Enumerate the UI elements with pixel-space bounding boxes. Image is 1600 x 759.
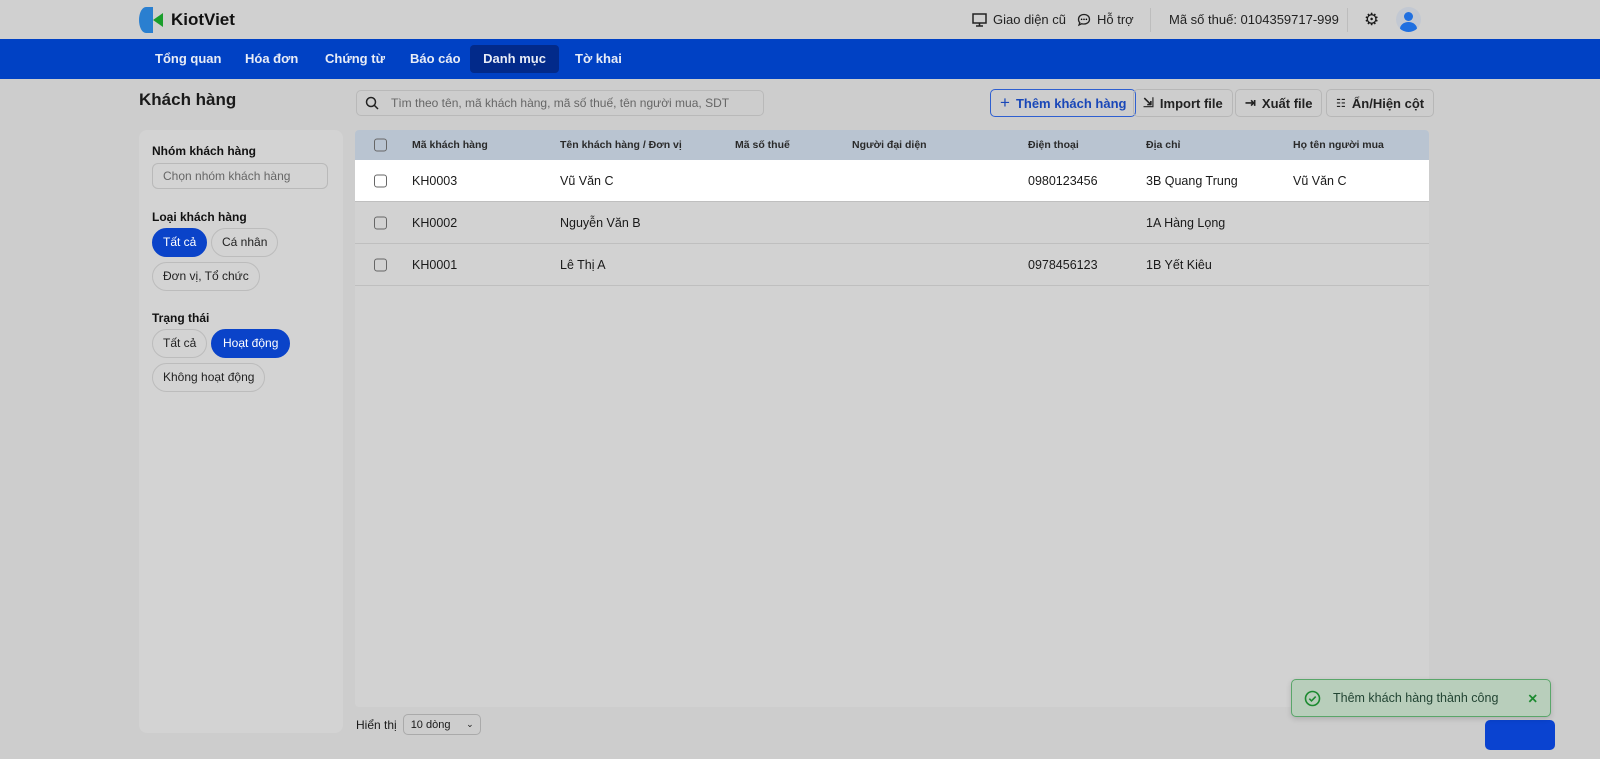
export-icon: ⇥ [1245,95,1256,110]
divider [1347,8,1348,32]
cell-name: Vũ Văn C [560,173,614,188]
cell-buyer: Vũ Văn C [1293,173,1347,188]
type-individual-chip[interactable]: Cá nhân [211,228,279,257]
chevron-down-icon: ⌄ [466,719,474,729]
col-buyer[interactable]: Họ tên người mua [1293,139,1384,151]
table-row[interactable]: KH0001 Lê Thị A 0978456123 1B Yết Kiêu [355,244,1429,286]
row-checkbox[interactable] [374,216,387,229]
kiotviet-logo-icon [139,7,165,33]
logo[interactable]: KiotViet [139,7,235,33]
top-bar [0,0,1600,39]
hotline-button[interactable] [1485,720,1555,750]
tax-code-text: Mã số thuế: 0104359717-999 [1169,12,1339,27]
row-checkbox[interactable] [374,174,387,187]
col-phone[interactable]: Điện thoại [1028,139,1079,151]
tax-code: Mã số thuế: 0104359717-999 [1169,12,1339,27]
nav-tong-quan[interactable]: Tổng quan [139,45,237,73]
show-label: Hiển thị [356,717,397,732]
page-title: Khách hàng [139,90,237,109]
col-address[interactable]: Địa chỉ [1146,139,1180,151]
toggle-columns-label: Ẩn/Hiện cột [1351,95,1425,111]
search-icon [365,96,379,110]
nav-chung-tu[interactable]: Chứng từ [309,45,401,73]
group-select[interactable]: Chọn nhóm khách hàng [152,163,328,189]
close-icon[interactable]: ✕ [1528,691,1538,706]
status-all-chip[interactable]: Tất cả [152,329,208,358]
success-toast: Thêm khách hàng thành công ✕ [1291,679,1551,717]
table-row[interactable]: KH0003 Vũ Văn C 0980123456 3B Quang Trung Vũ… [355,160,1429,202]
export-file-button[interactable]: ⇥ Xuất file [1235,89,1323,117]
select-all-checkbox[interactable] [374,138,387,152]
cell-phone: 0980123456 [1028,173,1098,188]
search-placeholder: Tìm theo tên, mã khách hàng, mã số thuế,… [391,96,730,110]
cell-address: 3B Quang Trung [1146,173,1238,188]
pagination: Hiển thị 10 dòng ⌄ [356,714,481,735]
check-circle-icon [1304,690,1321,706]
plus-icon: + [1000,93,1010,112]
add-customer-label: Thêm khách hàng [1015,95,1127,111]
avatar[interactable] [1396,7,1421,32]
toggle-columns-button[interactable]: ☷ Ẩn/Hiện cột [1326,89,1435,117]
cell-address: 1A Hàng Lọng [1146,215,1226,230]
divider [1150,8,1151,32]
nav-bao-cao[interactable]: Báo cáo [394,45,477,73]
row-checkbox[interactable] [374,258,387,271]
add-customer-button[interactable]: + Thêm khách hàng [990,89,1137,117]
cell-name: Lê Thị A [560,257,606,272]
main-nav: Tổng quan Hóa đơn Chứng từ Báo cáo Danh … [0,39,1600,79]
import-icon: ⇲ [1143,95,1154,110]
cell-name: Nguyễn Văn B [560,215,641,230]
brand-name: KiotViet [171,10,235,29]
page-size-select[interactable]: 10 dòng ⌄ [402,714,481,735]
nav-danh-muc[interactable]: Danh mục [470,45,559,73]
toast-message: Thêm khách hàng thành công [1333,691,1499,705]
nav-to-khai[interactable]: Tờ khai [559,45,638,73]
type-organization-chip[interactable]: Đơn vị, Tổ chức [152,262,260,291]
filter-panel: Nhóm khách hàng Chọn nhóm khách hàng Loạ… [139,130,343,733]
type-label: Loại khách hàng [152,210,247,224]
col-tax[interactable]: Mã số thuế [735,139,790,151]
table-row[interactable]: KH0002 Nguyễn Văn B 1A Hàng Lọng [355,202,1429,244]
group-label: Nhóm khách hàng [152,144,257,158]
chat-icon [1077,13,1091,26]
export-label: Xuất file [1261,95,1313,111]
cell-code: KH0003 [412,173,458,188]
gear-icon[interactable]: ⚙ [1364,11,1379,28]
cell-phone: 0978456123 [1028,257,1098,272]
import-label: Import file [1159,95,1223,111]
type-all-chip[interactable]: Tất cả [152,228,208,257]
status-active-chip[interactable]: Hoạt động [211,329,291,358]
support-link[interactable]: Hỗ trợ [1077,12,1134,27]
old-ui-label: Giao diện cũ [993,12,1066,27]
columns-icon: ☷ [1336,97,1346,110]
col-representative[interactable]: Người đại diện [852,139,927,151]
customer-table: Mã khách hàng Tên khách hàng / Đơn vị Mã… [355,130,1429,707]
monitor-icon [972,12,987,27]
col-code[interactable]: Mã khách hàng [412,139,488,151]
table-header: Mã khách hàng Tên khách hàng / Đơn vị Mã… [355,130,1429,160]
import-file-button[interactable]: ⇲ Import file [1133,89,1233,117]
search-input[interactable]: Tìm theo tên, mã khách hàng, mã số thuế,… [356,90,764,116]
cell-code: KH0002 [412,215,458,230]
nav-hoa-don[interactable]: Hóa đơn [229,45,314,73]
col-name[interactable]: Tên khách hàng / Đơn vị [560,139,682,151]
old-ui-link[interactable]: Giao diện cũ [972,12,1066,27]
status-label: Trạng thái [152,311,210,325]
status-inactive-chip[interactable]: Không hoạt động [152,363,266,392]
support-label: Hỗ trợ [1097,12,1134,27]
cell-code: KH0001 [412,257,458,272]
cell-address: 1B Yết Kiêu [1146,257,1212,272]
page-size-value: 10 dòng [410,718,451,731]
